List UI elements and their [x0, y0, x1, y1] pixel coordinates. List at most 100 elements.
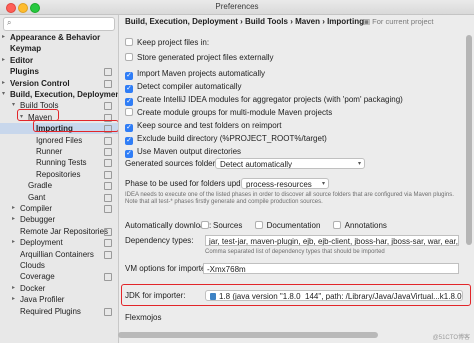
settings-sidebar: ⌕ ▸ Appearance & Behavior Keymap ▸ Editor Plu… [0, 15, 119, 343]
option-row[interactable]: ✓ Exclude build directory (%PROJECT_ROOT%… [125, 133, 327, 145]
dependency-types-input[interactable]: jar, test-jar, maven-plugin, ejb, ejb-cl… [205, 235, 459, 246]
sidebar-item-remote-jar-repositories[interactable]: Remote Jar Repositories [0, 226, 118, 237]
phase-note-2: Note that all test-* phases firstly gene… [125, 199, 323, 205]
chevron-right-icon[interactable]: ▸ [2, 78, 5, 89]
option-label: Create module groups for multi-module Ma… [137, 108, 333, 117]
sidebar-item-label: Java Profiler [20, 295, 65, 305]
download-documentation-option[interactable]: Documentation [254, 221, 321, 230]
option-checkbox[interactable]: ✓ [125, 150, 133, 158]
copy-settings-icon [104, 227, 112, 236]
option-checkbox[interactable]: ✓ [125, 72, 133, 80]
sidebar-item-java-profiler[interactable]: ▸ Java Profiler [0, 294, 118, 305]
option-checkbox[interactable]: ✓ [125, 124, 133, 132]
copy-settings-icon [104, 193, 112, 202]
sidebar-item-compiler[interactable]: ▸ Compiler [0, 203, 118, 214]
chevron-down-icon[interactable]: ▾ [12, 100, 15, 111]
download-annotations-option[interactable]: Annotations [332, 221, 387, 230]
sidebar-item-docker[interactable]: ▸ Docker [0, 283, 118, 294]
chevron-right-icon[interactable]: ▸ [2, 32, 5, 43]
settings-search-input[interactable]: ⌕ [3, 17, 115, 31]
option-label: Use Maven output directories [137, 147, 242, 156]
copy-settings-icon [104, 148, 112, 156]
sidebar-item-clouds[interactable]: Clouds [0, 260, 118, 271]
vm-options-label: VM options for importer: [125, 264, 211, 273]
horizontal-scrollbar[interactable] [118, 332, 378, 338]
sidebar-item-label: Debugger [20, 215, 56, 225]
option-row[interactable]: ✓ Detect compiler automatically [125, 81, 241, 93]
option-checkbox[interactable] [125, 53, 133, 61]
copy-settings-icon [104, 205, 112, 213]
option-label: Keep project files in: [137, 38, 210, 47]
copy-settings-icon [104, 159, 112, 168]
sidebar-item-arquillian-containers[interactable]: Arquillian Containers [0, 249, 118, 260]
download-annotations-checkbox[interactable] [332, 221, 341, 229]
option-label: Create IntelliJ IDEA modules for aggrega… [137, 95, 403, 104]
sidebar-item-build-execution-deployment[interactable]: ▾ Build, Execution, Deployment [0, 89, 118, 100]
project-scope-label: For current project [372, 17, 434, 26]
download-sources-checkbox[interactable] [201, 221, 209, 229]
sidebar-item-label: Docker [20, 283, 46, 293]
sidebar-item-plugins[interactable]: Plugins [0, 66, 118, 77]
sidebar-item-label: Repositories [36, 169, 81, 179]
sidebar-item-running-tests[interactable]: Running Tests [0, 157, 118, 168]
sidebar-item-required-plugins[interactable]: Required Plugins [0, 306, 118, 317]
option-row[interactable]: Create module groups for multi-module Ma… [125, 107, 332, 118]
option-checkbox[interactable]: ✓ [125, 98, 133, 106]
option-checkbox[interactable] [125, 38, 133, 46]
auto-download-label: Automatically download: [125, 221, 212, 230]
sidebar-item-version-control[interactable]: ▸ Version Control [0, 78, 118, 89]
copy-settings-icon [104, 79, 112, 88]
chevron-down-icon: ▾ [357, 161, 361, 167]
phase-select[interactable]: process-resources ▾ [241, 178, 329, 189]
sidebar-item-label: Ignored Files [36, 135, 83, 145]
chevron-down-icon[interactable]: ▾ [2, 89, 5, 100]
importing-highlight-box [33, 120, 118, 132]
sidebar-item-gant[interactable]: Gant [0, 192, 118, 203]
option-row[interactable]: ✓ Create IntelliJ IDEA modules for aggreg… [125, 94, 403, 106]
copy-settings-icon [104, 239, 112, 248]
sidebar-item-label: Build, Execution, Deployment [10, 90, 119, 99]
download-documentation-label: Documentation [266, 221, 321, 230]
option-checkbox[interactable]: ✓ [125, 85, 133, 93]
generated-sources-value: Detect automatically [220, 160, 293, 169]
sidebar-item-gradle[interactable]: Gradle [0, 180, 118, 191]
sidebar-item-label: Editor [10, 55, 34, 65]
chevron-right-icon[interactable]: ▸ [12, 214, 15, 225]
chevron-right-icon[interactable]: ▸ [12, 294, 15, 305]
chevron-right-icon[interactable]: ▸ [12, 203, 15, 214]
chevron-right-icon[interactable]: ▸ [12, 283, 15, 294]
download-sources-option[interactable]: Sources [201, 221, 242, 230]
option-row[interactable]: ✓ Use Maven output directories [125, 146, 242, 158]
sidebar-item-keymap[interactable]: Keymap [0, 43, 118, 54]
watermark-text: @51CTO博客 [432, 335, 470, 341]
option-row[interactable]: Store generated project files externally [125, 52, 274, 63]
window-title: Preferences [215, 2, 259, 11]
option-row[interactable]: ✓ Import Maven projects automatically [125, 68, 265, 80]
sidebar-item-label: Required Plugins [20, 306, 81, 316]
sidebar-item-debugger[interactable]: ▸ Debugger [0, 214, 118, 225]
sidebar-item-ignored-files[interactable]: Ignored Files [0, 135, 118, 146]
sidebar-item-runner[interactable]: Runner [0, 146, 118, 157]
chevron-right-icon[interactable]: ▸ [12, 237, 15, 248]
download-sources-label: Sources [213, 221, 243, 230]
option-checkbox[interactable] [125, 108, 133, 116]
sidebar-item-coverage[interactable]: Coverage [0, 271, 118, 282]
generated-sources-select[interactable]: Detect automatically ▾ [215, 158, 365, 169]
download-documentation-checkbox[interactable] [254, 221, 263, 229]
option-checkbox[interactable]: ✓ [125, 137, 133, 145]
vertical-scrollbar[interactable] [466, 35, 472, 245]
sidebar-item-label: Gant [28, 192, 46, 202]
option-row[interactable]: Keep project files in: [125, 37, 209, 48]
generated-sources-label: Generated sources folders: [125, 159, 222, 168]
sidebar-item-appearance-behavior[interactable]: ▸ Appearance & Behavior [0, 32, 118, 43]
chevron-down-icon: ▾ [321, 181, 325, 187]
sidebar-item-repositories[interactable]: Repositories [0, 169, 118, 180]
vm-options-input[interactable]: -Xmx768m [203, 263, 459, 274]
settings-main-panel: Build, Execution, Deployment › Build Too… [119, 15, 474, 343]
sidebar-item-editor[interactable]: ▸ Editor [0, 55, 118, 66]
sidebar-item-deployment[interactable]: ▸ Deployment [0, 237, 118, 248]
flexmojos-section-label: Flexmojos [125, 313, 162, 322]
option-label: Store generated project files externally [137, 53, 274, 62]
chevron-right-icon[interactable]: ▸ [2, 55, 5, 66]
option-row[interactable]: ✓ Keep source and test folders on reimpor… [125, 120, 282, 132]
